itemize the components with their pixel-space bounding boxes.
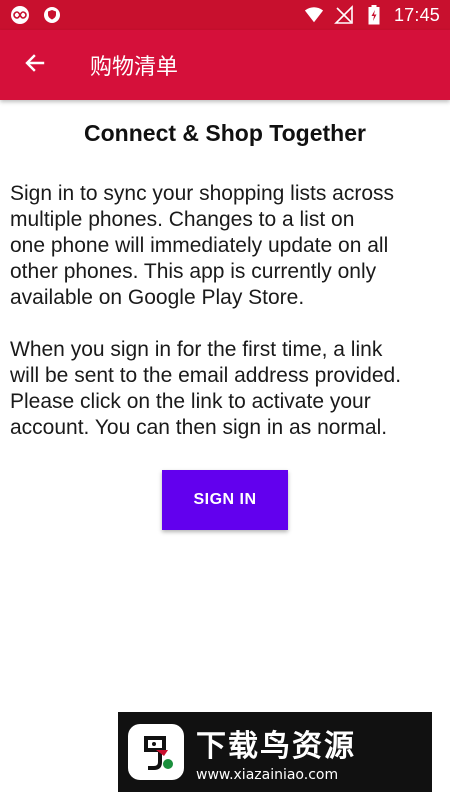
status-left-icons xyxy=(10,5,62,25)
sync-description: Sign in to sync your shopping lists acro… xyxy=(10,182,395,309)
status-bar: 17:45 xyxy=(0,0,450,30)
bird-logo-icon xyxy=(128,724,184,780)
watermark-text: 下载鸟资源 www.xiazainiao.com xyxy=(196,721,356,783)
watermark-banner: 下载鸟资源 www.xiazainiao.com xyxy=(118,712,432,792)
battery-icon xyxy=(364,5,384,25)
sign-in-button[interactable]: SIGN IN xyxy=(162,470,288,530)
watermark-brand: 下载鸟资源 xyxy=(196,729,356,764)
watermark-url: www.xiazainiao.com xyxy=(196,767,339,783)
connect-heading: Connect & Shop Together xyxy=(84,120,366,146)
signin-container: SIGN IN xyxy=(0,470,450,530)
no-signal-icon xyxy=(334,5,354,25)
status-time: 17:45 xyxy=(393,4,440,25)
status-right-icons: 17:45 xyxy=(304,5,440,26)
page-title: 购物清单 xyxy=(90,55,179,80)
app-bar: 购物清单 xyxy=(0,30,450,100)
signin-instructions: When you sign in for the first time, a l… xyxy=(10,338,402,439)
back-button[interactable] xyxy=(0,30,70,100)
shield-icon xyxy=(42,5,62,25)
infinity-icon xyxy=(10,5,30,25)
main-content: Connect & Shop Together Sign in to sync … xyxy=(0,100,450,441)
arrow-left-icon xyxy=(23,51,47,79)
wifi-icon xyxy=(304,5,324,25)
